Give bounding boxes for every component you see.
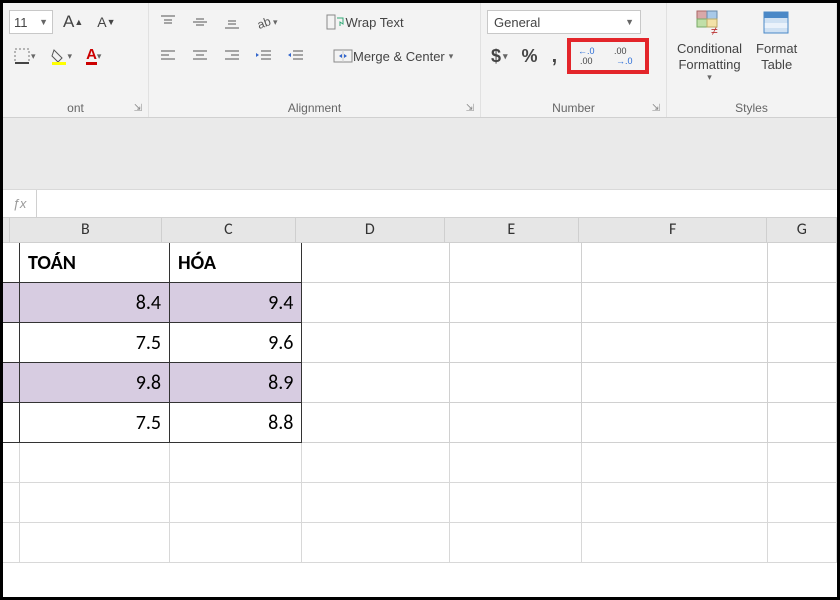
decimal-highlight-box: ←.0.00 .00→.0: [567, 38, 649, 74]
worksheet-grid[interactable]: B C D E F G TOÁN HÓA 8.4 9.4 7.5 9.6 9.8: [3, 218, 837, 563]
cell[interactable]: [302, 323, 449, 363]
formula-input[interactable]: [37, 190, 837, 217]
cell[interactable]: 8.8: [170, 403, 302, 443]
format-as-table-button[interactable]: Format Table: [752, 5, 801, 72]
cell[interactable]: 8.9: [170, 363, 302, 403]
increase-indent-icon[interactable]: [283, 44, 309, 68]
cell[interactable]: [582, 323, 768, 363]
svg-text:ab: ab: [255, 14, 273, 31]
align-bottom-icon[interactable]: [219, 10, 245, 34]
col-header-C[interactable]: C: [162, 218, 296, 242]
cell[interactable]: [768, 243, 837, 283]
col-header-D[interactable]: D: [296, 218, 445, 242]
orientation-icon[interactable]: ab▾: [251, 10, 282, 34]
cell[interactable]: [302, 243, 449, 283]
wrap-text-button[interactable]: Wrap Text: [322, 10, 408, 34]
cell[interactable]: [768, 363, 837, 403]
col-header-E[interactable]: E: [445, 218, 579, 242]
cell[interactable]: [302, 283, 449, 323]
table-row: 9.8 8.9: [3, 363, 837, 403]
cell[interactable]: 7.5: [20, 403, 170, 443]
merge-center-button[interactable]: Merge & Center ▾: [329, 44, 457, 68]
fill-color-icon[interactable]: ▾: [46, 44, 77, 68]
font-color-icon[interactable]: A ▾: [82, 44, 105, 68]
cell[interactable]: TOÁN: [20, 243, 170, 283]
fx-icon[interactable]: ƒx: [3, 190, 37, 217]
number-group: General ▼ $▾ % , ←.0.00 .00→.0 Number ⇲: [481, 3, 667, 117]
font-group: 11 ▼ A▲ A▼ ▾ ▾ A ▾ ont ⇲: [3, 3, 149, 117]
decrease-indent-icon[interactable]: [251, 44, 277, 68]
svg-text:→.0: →.0: [616, 56, 633, 66]
cell[interactable]: HÓA: [170, 243, 302, 283]
table-row: 7.5 8.8: [3, 403, 837, 443]
chevron-down-icon: ▼: [39, 17, 48, 27]
cell[interactable]: [582, 243, 768, 283]
table-row: 7.5 9.6: [3, 323, 837, 363]
cell[interactable]: [302, 363, 449, 403]
align-center-h-icon[interactable]: [187, 44, 213, 68]
ribbon: 11 ▼ A▲ A▼ ▾ ▾ A ▾ ont ⇲: [3, 3, 837, 118]
col-header-G[interactable]: G: [767, 218, 837, 242]
table-row: [3, 483, 837, 523]
comma-format-icon[interactable]: ,: [548, 44, 562, 68]
col-header-F[interactable]: F: [579, 218, 768, 242]
styles-group-label: Styles: [673, 101, 830, 117]
table-row: [3, 443, 837, 483]
cell[interactable]: [768, 283, 837, 323]
cell[interactable]: 8.4: [20, 283, 170, 323]
table-row: TOÁN HÓA: [3, 243, 837, 283]
cell[interactable]: [302, 403, 449, 443]
formula-bar: ƒx: [3, 190, 837, 218]
font-size-combo[interactable]: 11 ▼: [9, 10, 53, 34]
cell[interactable]: [582, 283, 768, 323]
ribbon-gap: [3, 118, 837, 190]
align-left-icon[interactable]: [155, 44, 181, 68]
cell[interactable]: [582, 403, 768, 443]
dialog-launcher-icon[interactable]: ⇲: [132, 103, 144, 115]
font-group-label: ont ⇲: [9, 101, 142, 117]
styles-group: ≠ Conditional Formatting ▾ Format Table …: [667, 3, 837, 117]
svg-text:≠: ≠: [711, 24, 718, 38]
align-top-icon[interactable]: [155, 10, 181, 34]
align-middle-icon[interactable]: [187, 10, 213, 34]
cell[interactable]: 9.6: [170, 323, 302, 363]
cell[interactable]: [768, 323, 837, 363]
column-headers: B C D E F G: [3, 218, 837, 243]
cell[interactable]: [450, 243, 582, 283]
cell[interactable]: [450, 363, 582, 403]
table-row: [3, 523, 837, 563]
cell[interactable]: 7.5: [20, 323, 170, 363]
format-table-icon: [760, 7, 794, 41]
cell[interactable]: [582, 363, 768, 403]
alignment-group-label: Alignment ⇲: [155, 101, 474, 117]
conditional-formatting-button[interactable]: ≠ Conditional Formatting ▾: [673, 5, 746, 83]
table-row: 8.4 9.4: [3, 283, 837, 323]
align-right-icon[interactable]: [219, 44, 245, 68]
cell[interactable]: [450, 323, 582, 363]
number-format-combo[interactable]: General ▼: [487, 10, 641, 34]
decrease-font-icon[interactable]: A▼: [93, 10, 119, 34]
alignment-group: ab▾ Wrap Text Merge & Center ▾ Alignment…: [149, 3, 481, 117]
borders-icon[interactable]: ▾: [9, 44, 40, 68]
number-group-label: Number ⇲: [487, 101, 660, 117]
cell[interactable]: [450, 283, 582, 323]
dialog-launcher-icon[interactable]: ⇲: [650, 103, 662, 115]
accounting-format-icon[interactable]: $▾: [487, 44, 512, 68]
cell[interactable]: 9.4: [170, 283, 302, 323]
conditional-formatting-icon: ≠: [693, 7, 727, 41]
dialog-launcher-icon[interactable]: ⇲: [464, 103, 476, 115]
increase-font-icon[interactable]: A▲: [59, 10, 87, 34]
cell[interactable]: 9.8: [20, 363, 170, 403]
cell[interactable]: [450, 403, 582, 443]
chevron-down-icon: ▼: [625, 17, 634, 27]
increase-decimal-icon[interactable]: ←.0.00: [574, 44, 606, 68]
col-header-B[interactable]: B: [10, 218, 162, 242]
percent-format-icon[interactable]: %: [518, 44, 542, 68]
svg-text:←.0: ←.0: [578, 46, 595, 56]
svg-text:.00: .00: [614, 46, 627, 56]
svg-text:.00: .00: [580, 56, 593, 66]
decrease-decimal-icon[interactable]: .00→.0: [610, 44, 642, 68]
cell[interactable]: [768, 403, 837, 443]
